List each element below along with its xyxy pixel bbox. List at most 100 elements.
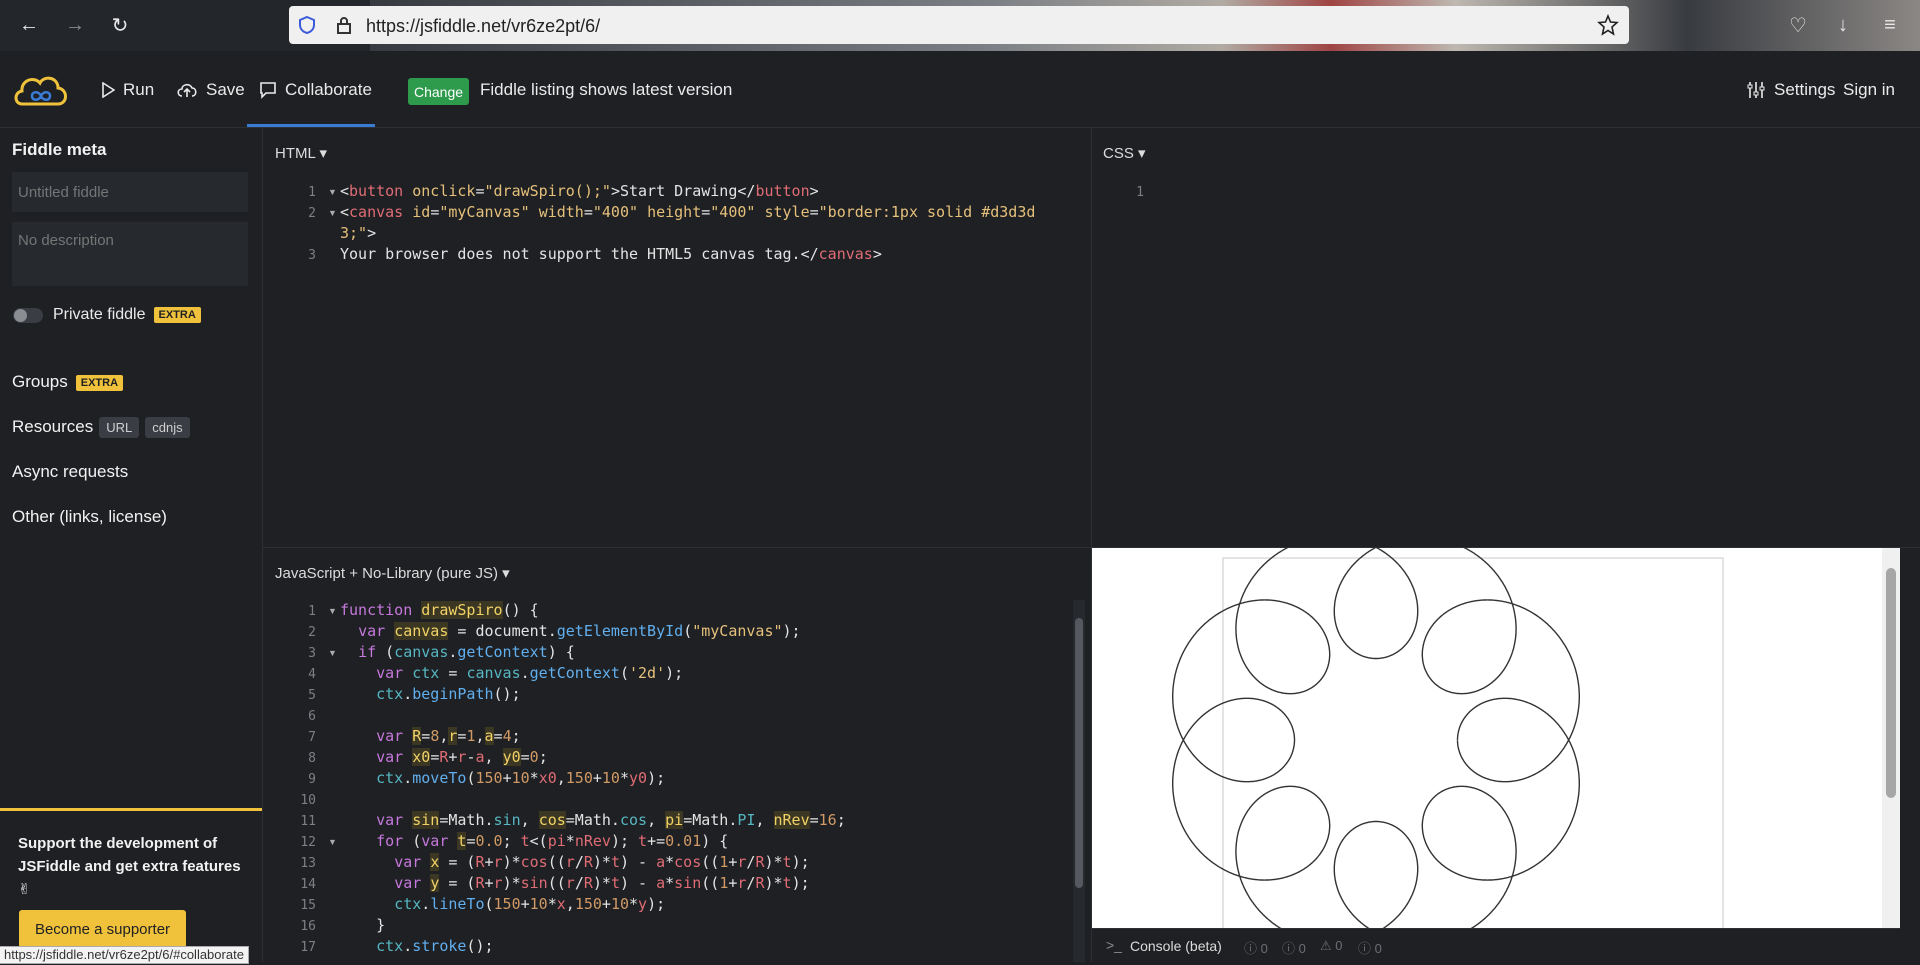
line-number: 12 — [300, 835, 316, 850]
js-pane-label[interactable]: JavaScript + No-Library (pure JS) ▾ — [275, 564, 510, 582]
html-code-line[interactable]: <canvas id="myCanvas" width="400" height… — [340, 203, 1035, 221]
download-icon[interactable]: ↓ — [1828, 10, 1858, 40]
js-code-line[interactable]: var sin=Math.sin, cos=Math.cos, pi=Math.… — [340, 811, 846, 829]
result-scrollbar[interactable] — [1882, 548, 1900, 928]
js-label-text: JavaScript + No-Library (pure JS) — [275, 565, 498, 582]
status-bar-url: https://jsfiddle.net/vr6ze2pt/6/#collabo… — [0, 946, 249, 964]
line-number: 15 — [300, 898, 316, 913]
line-number: 9 — [308, 772, 316, 787]
chevron-down-icon: ▾ — [1138, 145, 1146, 162]
async-requests-section[interactable]: Async requests — [12, 462, 128, 482]
other-links-section[interactable]: Other (links, license) — [12, 507, 167, 527]
fiddle-title-input[interactable] — [12, 172, 248, 212]
jsfiddle-logo-icon[interactable] — [12, 70, 70, 112]
run-label: Run — [123, 80, 155, 99]
url-text: https://jsfiddle.net/vr6ze2pt/6/ — [366, 16, 601, 36]
fold-arrow-icon[interactable]: ▼ — [328, 648, 337, 658]
resources-label: Resources — [12, 417, 94, 436]
chevron-down-icon: ▾ — [319, 145, 327, 162]
outer-scrollbar[interactable] — [1900, 548, 1920, 962]
js-code-line[interactable]: var y = (R+r)*sin((r/R)*t) - a*sin((1+r/… — [340, 874, 810, 892]
line-number: 1 — [308, 604, 316, 619]
chevron-down-icon: ▾ — [502, 565, 510, 582]
result-canvas[interactable] — [1092, 536, 1900, 944]
lock-icon — [337, 17, 351, 34]
js-code-line[interactable]: ctx.lineTo(150+10*x,150+10*y); — [340, 895, 665, 913]
sign-in-link[interactable]: Sign in — [1843, 80, 1895, 100]
line-number: 5 — [308, 688, 316, 703]
support-text: Support the development of JSFiddle and … — [18, 835, 241, 898]
info-count-value: 0 — [1298, 941, 1306, 956]
menu-icon[interactable]: ≡ — [1875, 10, 1905, 40]
js-code-line[interactable]: var canvas = document.getElementById("my… — [340, 622, 801, 640]
js-code-line[interactable]: function drawSpiro() { — [340, 601, 539, 619]
result-pane[interactable] — [1092, 536, 1900, 944]
private-label: Private fiddle — [53, 306, 146, 323]
fold-arrow-icon[interactable]: ▼ — [328, 208, 337, 218]
line-number: 14 — [300, 877, 316, 892]
private-toggle[interactable] — [13, 308, 43, 323]
cloud-upload-icon — [177, 83, 197, 97]
settings-label: Settings — [1774, 80, 1836, 99]
console-log-count[interactable]: ⓘ 0 — [1244, 938, 1268, 957]
line-number: 11 — [300, 814, 316, 829]
fold-arrow-icon[interactable]: ▼ — [328, 187, 337, 197]
star-icon[interactable] — [1597, 14, 1619, 36]
line-number: 1 — [308, 185, 316, 200]
js-scrollbar[interactable] — [1073, 600, 1085, 962]
play-icon — [102, 82, 115, 98]
js-code-line[interactable]: } — [340, 916, 385, 934]
line-number: 7 — [308, 730, 316, 745]
console-info-count[interactable]: ⓘ 0 — [1282, 938, 1306, 957]
js-code-line[interactable]: var x = (R+r)*cos((r/R)*t) - a*cos((1+r/… — [340, 853, 810, 871]
resources-cdnjs-button[interactable]: cdnjs — [145, 417, 190, 439]
groups-section[interactable]: Groups EXTRA — [12, 372, 124, 392]
css-label-text: CSS — [1103, 145, 1134, 162]
html-code-line[interactable]: 3;"> — [340, 224, 376, 242]
fold-arrow-icon[interactable]: ▼ — [328, 837, 337, 847]
reload-icon[interactable]: ↻ — [105, 10, 135, 40]
back-icon[interactable]: ← — [14, 10, 44, 40]
fold-arrow-icon[interactable]: ▼ — [328, 606, 337, 616]
collaborate-button[interactable]: Collaborate — [259, 80, 372, 100]
line-number: 16 — [300, 919, 316, 934]
console-warning-count[interactable]: ⚠ 0 — [1320, 938, 1343, 954]
js-code-line[interactable]: if (canvas.getContext) { — [340, 643, 575, 661]
active-tab-underline — [247, 124, 375, 127]
css-pane-label[interactable]: CSS ▾ — [1103, 144, 1146, 162]
html-pane-label[interactable]: HTML ▾ — [275, 144, 327, 162]
collaborate-label: Collaborate — [285, 80, 372, 99]
js-code-line[interactable]: var R=8,r=1,a=4; — [340, 727, 521, 745]
console-error-count[interactable]: ⓘ 0 — [1358, 938, 1382, 957]
fiddle-description-input[interactable] — [12, 222, 248, 286]
error-count-value: 0 — [1374, 941, 1382, 956]
html-label-text: HTML — [275, 145, 316, 162]
js-code-line[interactable]: ctx.stroke(); — [340, 937, 493, 955]
js-code-line[interactable]: ctx.beginPath(); — [340, 685, 521, 703]
pocket-icon[interactable]: ♡ — [1783, 10, 1813, 40]
line-number: 6 — [308, 709, 316, 724]
line-number: 2 — [308, 206, 316, 221]
terminal-icon: >_ — [1106, 937, 1122, 953]
resources-section[interactable]: Resources URL cdnjs — [12, 417, 190, 439]
console-bar[interactable]: >_ Console (beta) ⓘ 0 ⓘ 0 ⚠ 0 ⓘ 0 — [1092, 928, 1900, 963]
line-number: 3 — [308, 646, 316, 661]
line-number: 13 — [300, 856, 316, 871]
css-pane[interactable] — [1092, 128, 1920, 548]
change-button[interactable]: Change — [408, 78, 469, 105]
js-scrollbar-thumb[interactable] — [1075, 618, 1083, 888]
save-button[interactable]: Save — [176, 80, 245, 100]
forward-icon[interactable]: → — [60, 10, 90, 40]
become-supporter-button[interactable]: Become a supporter — [19, 910, 186, 948]
js-code-line[interactable]: for (var t=0.0; t<(pi*nRev); t+=0.01) { — [340, 832, 728, 850]
js-code-line[interactable]: var ctx = canvas.getContext('2d'); — [340, 664, 683, 682]
js-code-line[interactable]: var x0=R+r-a, y0=0; — [340, 748, 548, 766]
settings-button[interactable]: Settings — [1746, 80, 1835, 100]
result-scrollbar-thumb[interactable] — [1886, 568, 1896, 798]
run-button[interactable]: Run — [101, 80, 154, 100]
resources-url-button[interactable]: URL — [99, 417, 140, 439]
sliders-icon — [1747, 82, 1765, 98]
html-code-line[interactable]: Your browser does not support the HTML5 … — [340, 245, 882, 263]
js-code-line[interactable]: ctx.moveTo(150+10*x0,150+10*y0); — [340, 769, 665, 787]
html-code-line[interactable]: <button onclick="drawSpiro();">Start Dra… — [340, 182, 819, 200]
